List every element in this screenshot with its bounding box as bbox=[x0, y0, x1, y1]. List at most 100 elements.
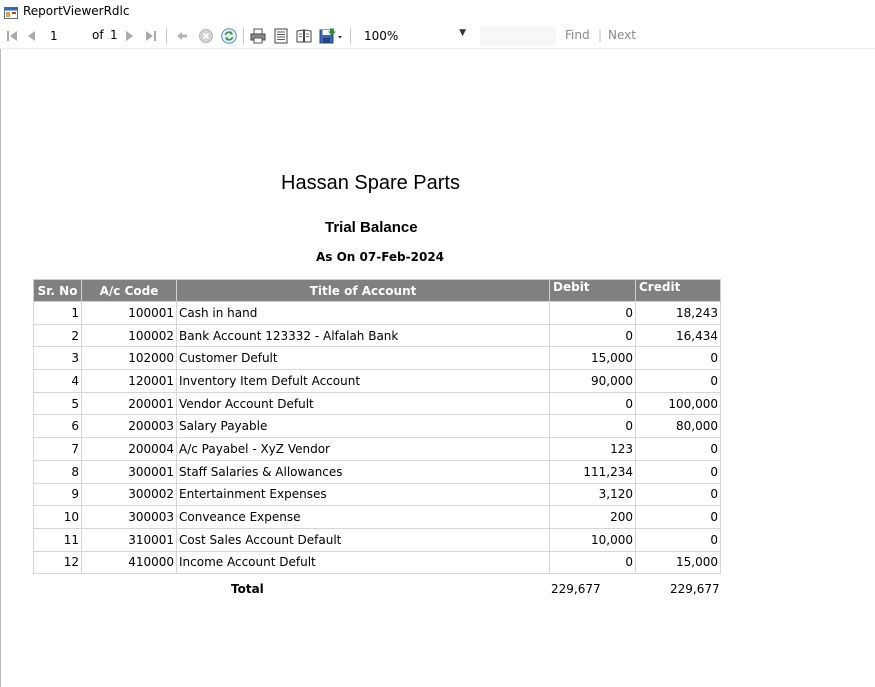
zoom-dropdown[interactable]: 100% ▼ bbox=[358, 27, 470, 45]
cell-credit: 15,000 bbox=[635, 550, 721, 575]
cell-debit: 3,120 bbox=[549, 482, 636, 507]
col-header-title: Title of Account bbox=[176, 279, 550, 302]
toolbar-separator bbox=[243, 28, 244, 44]
cell-sr: 10 bbox=[33, 505, 82, 529]
cell-code: 300003 bbox=[81, 505, 177, 529]
cell-sr: 5 bbox=[33, 391, 82, 416]
cell-title: Income Account Defult bbox=[176, 550, 550, 575]
total-pages: 1 bbox=[110, 28, 118, 42]
zoom-value: 100% bbox=[364, 29, 399, 43]
stop-icon[interactable] bbox=[197, 24, 215, 48]
cell-code: 102000 bbox=[81, 346, 177, 371]
cell-debit: 0 bbox=[549, 323, 636, 348]
cell-sr: 11 bbox=[33, 527, 82, 552]
cell-code: 100002 bbox=[81, 323, 177, 348]
table-row: 5 200001 Vendor Account Defult 0 100,000 bbox=[33, 391, 721, 416]
page-number-input[interactable] bbox=[44, 28, 92, 44]
print-layout-icon[interactable] bbox=[272, 24, 290, 48]
cell-credit: 0 bbox=[635, 437, 721, 461]
table-row: 2 100002 Bank Account 123332 - Alfalah Ban… bbox=[33, 323, 721, 348]
table-row: 4 120001 Inventory Item Defult Account 90,0… bbox=[33, 369, 721, 393]
cell-credit: 0 bbox=[635, 459, 721, 484]
cell-sr: 7 bbox=[33, 437, 82, 461]
col-header-code: A/c Code bbox=[81, 279, 177, 302]
cell-code: 120001 bbox=[81, 369, 177, 393]
cell-code: 310001 bbox=[81, 527, 177, 552]
report-title: Trial Balance bbox=[325, 219, 418, 236]
col-header-debit: Debit bbox=[549, 279, 636, 302]
cell-debit: 15,000 bbox=[549, 346, 636, 371]
cell-credit: 0 bbox=[635, 346, 721, 371]
cell-credit: 18,243 bbox=[635, 301, 721, 325]
next-page-icon[interactable] bbox=[121, 24, 137, 48]
cell-debit: 0 bbox=[549, 550, 636, 575]
cell-sr: 1 bbox=[33, 301, 82, 325]
table-header-row: Sr. No A/c Code Title of Account Debit C… bbox=[33, 279, 721, 302]
cell-debit: 0 bbox=[549, 301, 636, 325]
total-label: Total bbox=[231, 582, 264, 596]
cell-credit: 0 bbox=[635, 369, 721, 393]
cell-title: Customer Defult bbox=[176, 346, 550, 371]
cell-debit: 200 bbox=[549, 505, 636, 529]
cell-title: Inventory Item Defult Account bbox=[176, 369, 550, 393]
table-row: 12 410000 Income Account Defult 0 15,000 bbox=[33, 550, 721, 575]
cell-title: Cash in hand bbox=[176, 301, 550, 325]
find-text-input[interactable] bbox=[480, 26, 556, 46]
page-setup-icon[interactable] bbox=[295, 24, 313, 48]
cell-title: Conveance Expense bbox=[176, 505, 550, 529]
cell-code: 200001 bbox=[81, 391, 177, 416]
cell-debit: 111,234 bbox=[549, 459, 636, 484]
table-row: 9 300002 Entertainment Expenses 3,120 0 bbox=[33, 482, 721, 507]
cell-code: 300002 bbox=[81, 482, 177, 507]
cell-credit: 0 bbox=[635, 482, 721, 507]
export-icon[interactable] bbox=[318, 24, 344, 48]
table-body: 1 100001 Cash in hand 0 18,243 2 100002 Bank Ac… bbox=[33, 301, 721, 575]
print-icon[interactable] bbox=[249, 24, 267, 48]
cell-credit: 16,434 bbox=[635, 323, 721, 348]
table-row: 7 200004 A/c Payabel - XyZ Vendor 123 0 bbox=[33, 437, 721, 461]
cell-title: Vendor Account Defult bbox=[176, 391, 550, 416]
trial-balance-table: Sr. No A/c Code Title of Account Debit C… bbox=[33, 279, 721, 575]
window-title: ReportViewerRdlc bbox=[23, 4, 130, 18]
table-row: 3 102000 Customer Defult 15,000 0 bbox=[33, 346, 721, 371]
find-next-link[interactable]: Next bbox=[608, 28, 636, 42]
cell-code: 100001 bbox=[81, 301, 177, 325]
title-bar: ReportViewerRdlc bbox=[0, 0, 875, 25]
of-label: of bbox=[92, 28, 104, 42]
table-row: 6 200003 Salary Payable 0 80,000 bbox=[33, 414, 721, 439]
first-page-icon[interactable] bbox=[4, 24, 20, 48]
cell-credit: 0 bbox=[635, 505, 721, 529]
cell-sr: 3 bbox=[33, 346, 82, 371]
report-date: As On 07-Feb-2024 bbox=[316, 250, 445, 264]
cell-debit: 0 bbox=[549, 414, 636, 439]
find-separator: | bbox=[598, 28, 603, 42]
viewer-border bbox=[0, 49, 1, 687]
cell-credit: 100,000 bbox=[635, 391, 721, 416]
cell-title: Salary Payable bbox=[176, 414, 550, 439]
cell-sr: 9 bbox=[33, 482, 82, 507]
find-link[interactable]: Find bbox=[565, 28, 590, 42]
cell-debit: 0 bbox=[549, 391, 636, 416]
toolbar-separator bbox=[350, 28, 351, 44]
cell-debit: 10,000 bbox=[549, 527, 636, 552]
cell-debit: 90,000 bbox=[549, 369, 636, 393]
cell-code: 200003 bbox=[81, 414, 177, 439]
table-row: 1 100001 Cash in hand 0 18,243 bbox=[33, 301, 721, 325]
table-row: 10 300003 Conveance Expense 200 0 bbox=[33, 505, 721, 529]
total-credit: 229,677 bbox=[670, 582, 720, 596]
table-row: 11 310001 Cost Sales Account Default 10,000… bbox=[33, 527, 721, 552]
prev-page-icon[interactable] bbox=[24, 24, 40, 48]
back-icon[interactable] bbox=[174, 24, 190, 48]
refresh-icon[interactable] bbox=[220, 24, 238, 48]
table-row: 8 300001 Staff Salaries & Allowances 111,23… bbox=[33, 459, 721, 484]
cell-code: 300001 bbox=[81, 459, 177, 484]
toolbar-separator bbox=[166, 28, 167, 44]
total-debit: 229,677 bbox=[551, 582, 601, 596]
cell-code: 410000 bbox=[81, 550, 177, 575]
cell-code: 200004 bbox=[81, 437, 177, 461]
cell-debit: 123 bbox=[549, 437, 636, 461]
cell-title: Cost Sales Account Default bbox=[176, 527, 550, 552]
cell-title: Entertainment Expenses bbox=[176, 482, 550, 507]
last-page-icon[interactable] bbox=[143, 24, 159, 48]
cell-sr: 12 bbox=[33, 550, 82, 575]
